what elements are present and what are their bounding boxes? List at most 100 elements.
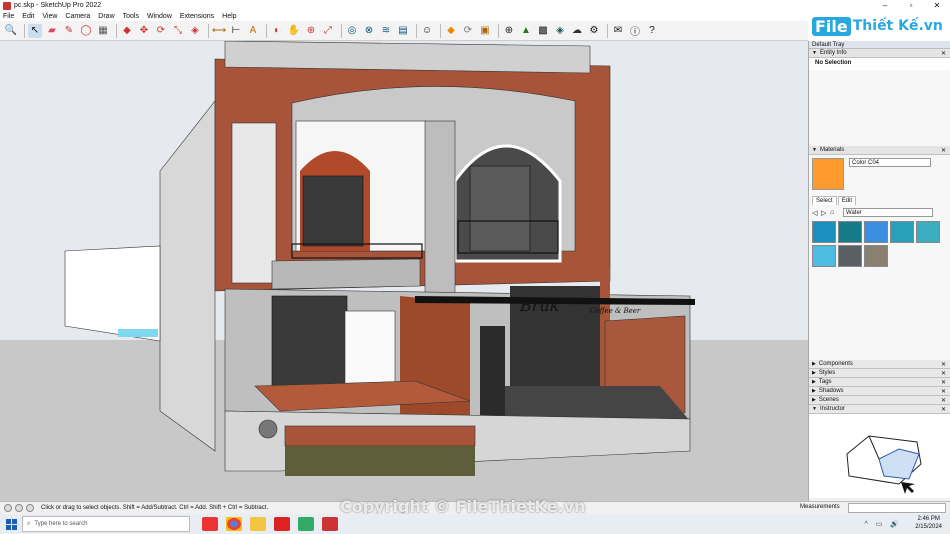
zoom-icon[interactable]: ⊕	[304, 24, 318, 38]
window-controls: – ▫ ✕	[872, 1, 950, 10]
acrobat-icon[interactable]	[274, 517, 290, 531]
material-swatch[interactable]	[916, 221, 940, 243]
start-button[interactable]	[0, 514, 22, 534]
plugin-1-icon[interactable]: ◆	[444, 24, 458, 38]
menu-help[interactable]: Help	[222, 13, 236, 20]
close-icon[interactable]: ✕	[941, 406, 946, 413]
tags-header[interactable]: ▶ Tags ✕	[809, 378, 950, 387]
measurements-input[interactable]	[848, 503, 946, 513]
plugin-6-icon[interactable]: ▩	[536, 24, 550, 38]
close-icon[interactable]: ✕	[941, 50, 946, 57]
close-icon[interactable]: ✕	[941, 388, 946, 395]
front-planter	[284, 425, 476, 447]
close-icon[interactable]: ✕	[941, 370, 946, 377]
close-icon[interactable]: ✕	[941, 397, 946, 404]
tab-select[interactable]: Select	[812, 196, 837, 205]
styles-header[interactable]: ▶ Styles ✕	[809, 369, 950, 378]
sign-logo: Bruk	[519, 296, 559, 315]
plugin-7-icon[interactable]: ◈	[553, 24, 567, 38]
3d-warehouse-icon[interactable]: ◎	[345, 24, 359, 38]
settings-icon[interactable]: ⚙	[587, 24, 601, 38]
menu-extensions[interactable]: Extensions	[180, 13, 214, 20]
plugin-8-icon[interactable]: ☁	[570, 24, 584, 38]
plugin-3-icon[interactable]: ▣	[478, 24, 492, 38]
tape-measure-icon[interactable]: ⟷	[212, 24, 226, 38]
material-swatch[interactable]	[864, 221, 888, 243]
minimize-icon[interactable]: –	[872, 1, 898, 10]
app-icon-1[interactable]	[202, 517, 218, 531]
material-swatch[interactable]	[812, 221, 836, 243]
home-icon[interactable]: ⌂	[830, 209, 839, 216]
credits-icon[interactable]	[15, 504, 23, 512]
mail-icon[interactable]: ✉	[611, 24, 625, 38]
library-select[interactable]: Water	[843, 208, 933, 217]
user-icon[interactable]: ☺	[420, 24, 434, 38]
material-swatch[interactable]	[838, 245, 862, 267]
move-icon[interactable]: ✥	[137, 24, 151, 38]
instructor-header[interactable]: ▼ Instructor ✕	[809, 405, 950, 414]
back-icon[interactable]: ◁	[812, 209, 821, 217]
file-explorer-icon[interactable]	[250, 517, 266, 531]
current-material-swatch[interactable]	[812, 158, 844, 190]
close-icon[interactable]: ✕	[924, 1, 950, 10]
close-icon[interactable]: ✕	[941, 361, 946, 368]
clock[interactable]: 2:46 PM 2/15/2024	[915, 515, 942, 531]
material-swatch[interactable]	[890, 221, 914, 243]
tray-title: Default Tray	[809, 41, 950, 49]
material-swatch[interactable]	[864, 245, 888, 267]
menu-camera[interactable]: Camera	[65, 13, 90, 20]
system-tray-icons[interactable]: ^ ▭ 🔊	[864, 520, 902, 528]
close-icon[interactable]: ✕	[941, 379, 946, 386]
user-status-icon[interactable]	[26, 504, 34, 512]
plugin-2-icon[interactable]: ⟳	[461, 24, 475, 38]
planter-greens	[285, 446, 475, 476]
menu-draw[interactable]: Draw	[98, 13, 114, 20]
pencil-icon[interactable]: ✎	[62, 24, 76, 38]
close-icon[interactable]: ✕	[941, 147, 946, 154]
extension-warehouse-icon[interactable]: ⊗	[362, 24, 376, 38]
menu-file[interactable]: File	[3, 13, 14, 20]
chrome-icon[interactable]	[226, 517, 242, 531]
scenes-header[interactable]: ▶ Scenes ✕	[809, 396, 950, 405]
rotate-icon[interactable]: ⟳	[154, 24, 168, 38]
help-icon[interactable]: ?	[645, 24, 659, 38]
zoom-extents-icon[interactable]: ⤢	[321, 24, 335, 38]
eraser-icon[interactable]: ▰	[45, 24, 59, 38]
materials-body: Color C04 Select Edit ◁ ▷ ⌂ Water	[809, 155, 950, 360]
material-name-field[interactable]: Color C04	[849, 158, 931, 167]
3d-viewport[interactable]: Bruk Coffee & Beer	[0, 41, 808, 501]
plugin-4-icon[interactable]: ⊕	[502, 24, 516, 38]
material-swatch[interactable]	[812, 245, 836, 267]
text-icon[interactable]: A	[246, 24, 260, 38]
plugin-5-icon[interactable]: ▲	[519, 24, 533, 38]
offset-icon[interactable]: ◈	[188, 24, 202, 38]
tab-edit[interactable]: Edit	[837, 196, 857, 205]
orbit-icon[interactable]: ◐	[270, 24, 284, 38]
material-swatch[interactable]	[838, 221, 862, 243]
search-icon[interactable]: 🔍	[4, 24, 18, 38]
push-pull-icon[interactable]: ◆	[120, 24, 134, 38]
geo-location-icon[interactable]	[4, 504, 12, 512]
paint-bucket-icon[interactable]: ▦	[96, 24, 110, 38]
shapes-icon[interactable]: ◯	[79, 24, 93, 38]
scale-icon[interactable]: ⤡	[171, 24, 185, 38]
menu-tools[interactable]: Tools	[123, 13, 139, 20]
pan-icon[interactable]: ✋	[287, 24, 301, 38]
menu-edit[interactable]: Edit	[22, 13, 34, 20]
materials-header[interactable]: ▼ Materials ✕	[809, 146, 950, 155]
style-builder-icon[interactable]: ▤	[396, 24, 410, 38]
entity-info-header[interactable]: ▼ Entity Info ✕	[809, 49, 950, 58]
sketchup-taskbar-icon[interactable]	[322, 517, 338, 531]
forward-icon[interactable]: ▷	[821, 209, 830, 217]
taskbar-search[interactable]: ⌕ Type here to search	[22, 516, 190, 532]
menu-window[interactable]: Window	[147, 13, 172, 20]
maximize-icon[interactable]: ▫	[898, 1, 924, 10]
app-icon-5[interactable]	[298, 517, 314, 531]
select-tool-icon[interactable]: ↖	[28, 23, 42, 38]
layout-icon[interactable]: ≋	[379, 24, 393, 38]
shadows-header[interactable]: ▶ Shadows ✕	[809, 387, 950, 396]
menu-view[interactable]: View	[42, 13, 57, 20]
dimension-icon[interactable]: ⊢	[229, 24, 243, 38]
components-header[interactable]: ▶ Components ✕	[809, 360, 950, 369]
info-icon[interactable]: ⓘ	[628, 24, 642, 38]
